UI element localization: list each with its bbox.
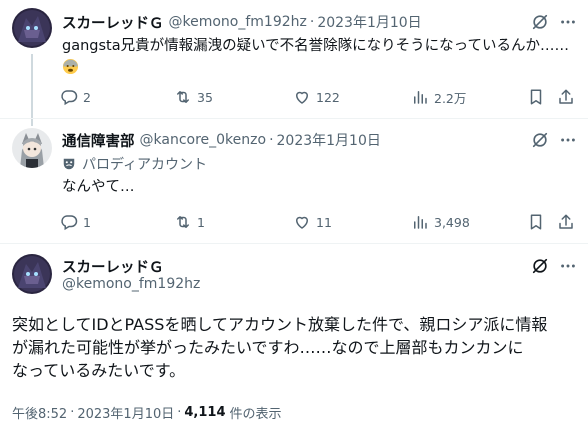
more-icon[interactable]	[558, 130, 578, 150]
display-name[interactable]: スカーレッドＧ	[62, 12, 164, 33]
share-icon	[559, 214, 573, 229]
view-label: 件の表示	[229, 407, 282, 422]
separator-dot: ·	[70, 405, 75, 420]
tweet-actions: 2 35 122 2.2万	[58, 87, 578, 107]
reply-icon	[61, 215, 78, 231]
thread-line	[31, 54, 33, 126]
views-icon	[414, 91, 427, 104]
like-button[interactable]: 122	[293, 87, 340, 107]
tweet-text: なんやて…	[62, 179, 135, 195]
grok-icon[interactable]	[530, 12, 550, 32]
tweet-text-line: gangsta兄貴が情報漏洩の疑いで不名誉除隊になりそうになっているんか……	[62, 38, 569, 54]
main-tweet-text: 突如としてIDとPASSを晒してアカウント放棄した件で、親ロシア派に情報 が漏れ…	[12, 313, 574, 382]
view-count: 4,114	[184, 405, 226, 420]
like-icon	[296, 91, 308, 104]
retweet-count: 1	[197, 214, 205, 230]
like-count: 122	[316, 89, 340, 105]
avatar[interactable]	[12, 128, 52, 168]
theater-mask-icon	[63, 158, 75, 170]
tweet-actions: 1 1 11 3,498	[58, 212, 578, 232]
tweet-divider	[0, 118, 588, 119]
bookmark-icon	[530, 214, 542, 230]
share-button[interactable]	[556, 212, 576, 232]
like-button[interactable]: 11	[293, 212, 332, 232]
main-tweet-text-line: が漏れた可能性が挙がったみたいですわ……なので上層部もカンカンに	[12, 338, 524, 357]
separator-dot: ·	[269, 132, 274, 148]
bookmark-icon	[530, 89, 542, 105]
fearful-face-emoji	[62, 56, 582, 76]
like-count: 11	[316, 214, 332, 230]
retweet-button[interactable]: 1	[174, 212, 205, 232]
views-icon	[414, 216, 427, 229]
main-tweet-text-line: なっているみたいです。	[12, 361, 186, 380]
bookmark-button[interactable]	[526, 212, 546, 232]
reply-button[interactable]: 2	[60, 87, 91, 107]
bookmark-button[interactable]	[526, 87, 546, 107]
views-button[interactable]: 2.2万	[411, 87, 466, 107]
more-icon[interactable]	[558, 12, 578, 32]
user-handle[interactable]: @kancore_0kenzo	[140, 132, 267, 148]
more-icon[interactable]	[558, 256, 578, 276]
tweet-date[interactable]: 2023年1月10日	[277, 130, 381, 150]
retweet-count: 35	[197, 89, 213, 105]
retweet-button[interactable]: 35	[174, 87, 213, 107]
parody-label-text: パロディアカウント	[82, 157, 208, 173]
avatar[interactable]	[12, 8, 52, 48]
view-count: 3,498	[434, 214, 470, 230]
display-name[interactable]: 通信障害部	[62, 130, 135, 151]
reply-count: 1	[83, 214, 91, 230]
avatar-image-scarlet	[12, 254, 52, 294]
user-handle[interactable]: @kemono_fm192hz	[169, 14, 307, 30]
view-count: 2.2万	[434, 90, 467, 106]
tweet-header: スカーレッドＧ @kemono_fm192hz · 2023年1月10日	[62, 12, 422, 32]
avatar-image-scarlet	[12, 8, 52, 48]
tweet-date[interactable]: 2023年1月10日	[317, 12, 421, 32]
tweet-header: 通信障害部 @kancore_0kenzo · 2023年1月10日	[62, 130, 381, 150]
tweet-time[interactable]: 午後8:52	[12, 403, 67, 422]
user-handle[interactable]: @kemono_fm192hz	[62, 276, 200, 292]
separator-dot: ·	[309, 14, 315, 30]
avatar[interactable]	[12, 254, 52, 294]
separator-dot: ·	[177, 405, 182, 420]
retweet-icon	[177, 91, 189, 103]
tweet-meta: 午後8:52 · 2023年1月10日 · 4,114 件の表示	[12, 403, 282, 422]
reply-count: 2	[83, 89, 91, 105]
like-icon	[296, 216, 308, 229]
parody-label: パロディアカウント	[62, 154, 207, 174]
reply-button[interactable]: 1	[60, 212, 91, 232]
retweet-icon	[177, 216, 189, 228]
views-button[interactable]: 3,498	[411, 212, 470, 232]
grok-icon[interactable]	[530, 256, 550, 276]
share-button[interactable]	[556, 87, 576, 107]
grok-icon[interactable]	[530, 130, 550, 150]
main-tweet-text-line: 突如としてIDとPASSを晒してアカウント放棄した件で、親ロシア派に情報	[12, 315, 548, 334]
tweet-text: gangsta兄貴が情報漏洩の疑いで不名誉除隊になりそうになっているんか……	[62, 36, 582, 76]
tweet-divider	[0, 243, 588, 244]
reply-icon	[61, 90, 78, 106]
avatar-image-kancore	[12, 128, 52, 168]
share-icon	[559, 89, 573, 104]
tweet-date[interactable]: 2023年1月10日	[77, 403, 174, 422]
display-name[interactable]: スカーレッドＧ	[62, 256, 164, 277]
